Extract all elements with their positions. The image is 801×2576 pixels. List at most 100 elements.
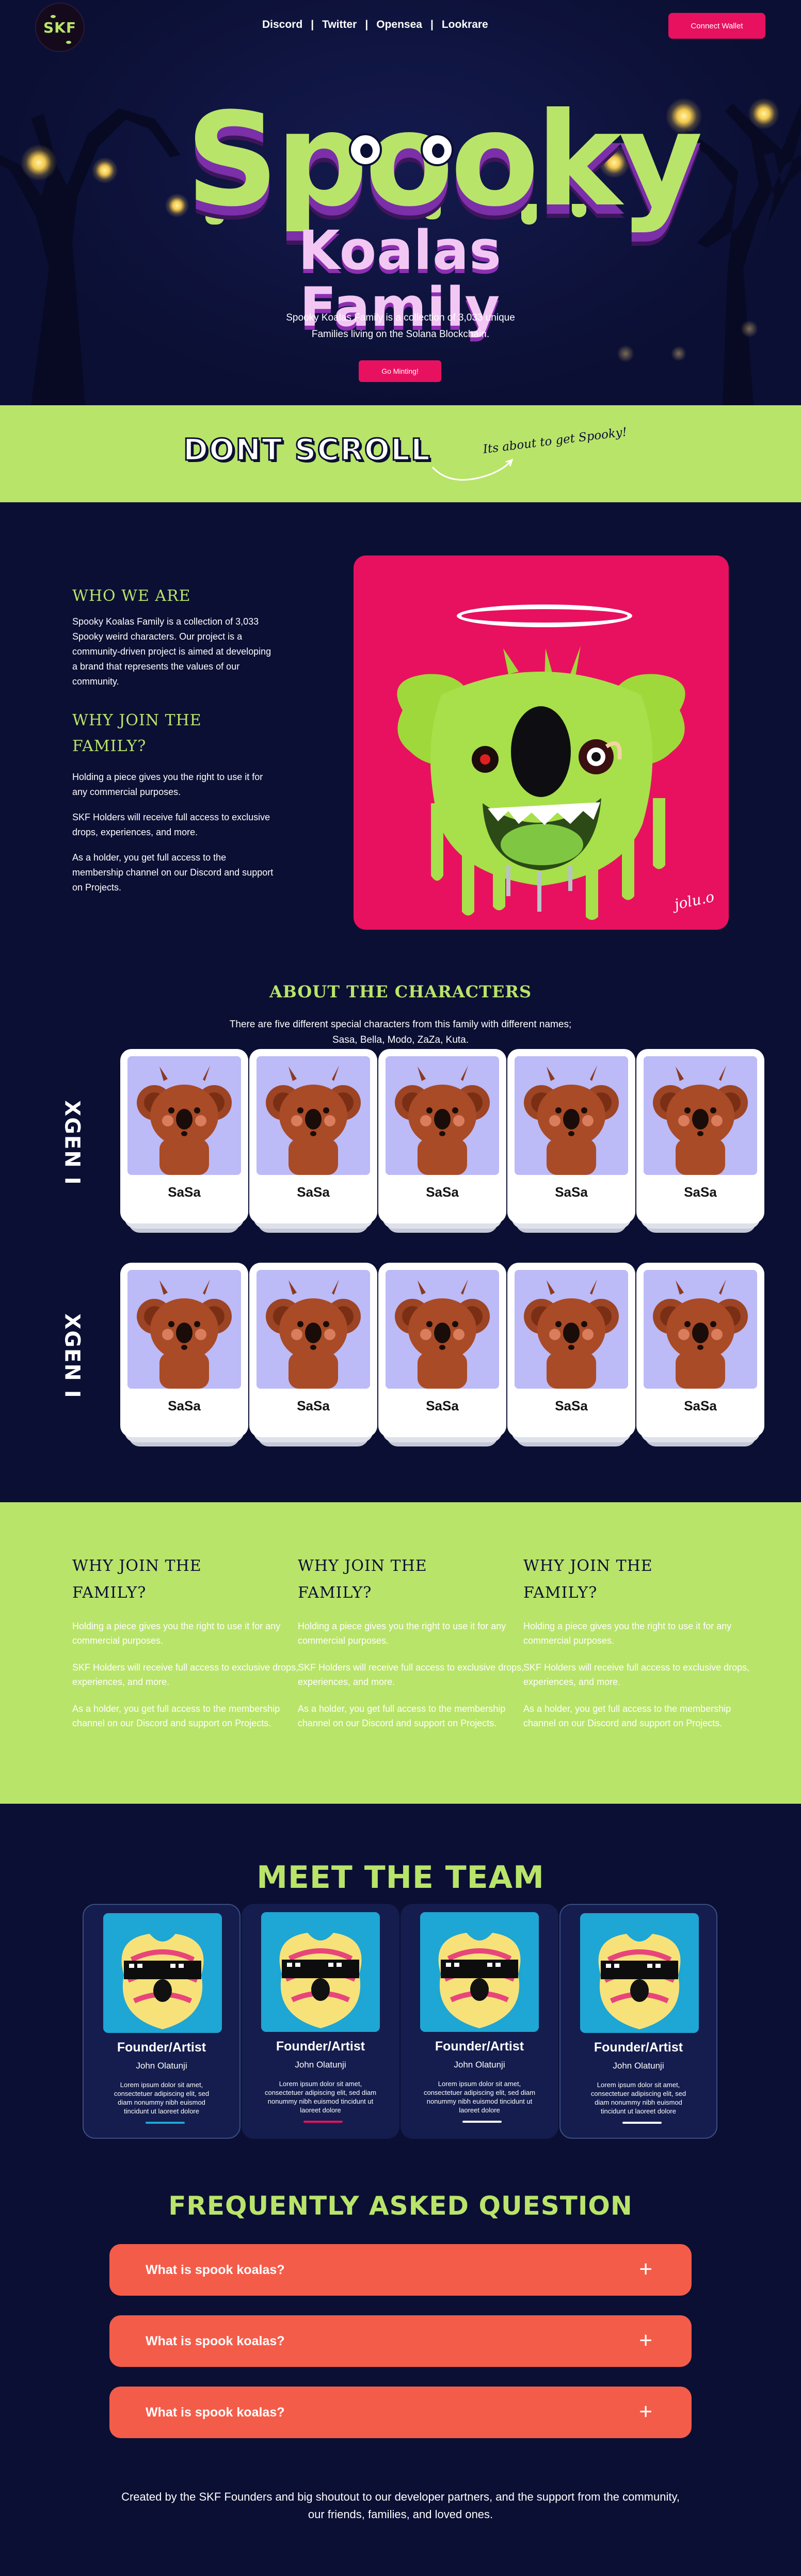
character-image bbox=[257, 1270, 370, 1389]
faq-heading: FREQUENTLY ASKED QUESTION bbox=[168, 2191, 633, 2221]
team-member-card[interactable]: Founder/Artist John Olatunji Lorem ipsum d… bbox=[242, 1904, 399, 2139]
character-name: SaSa bbox=[426, 1398, 459, 1413]
who-we-are-text: Spooky Koalas Family is a collection of … bbox=[72, 616, 271, 687]
team-member-name: John Olatunji bbox=[613, 2061, 664, 2071]
character-image bbox=[127, 1056, 241, 1175]
spooky-note: Its about to get Spooky! bbox=[482, 425, 628, 457]
team-avatar-illustration bbox=[261, 1912, 380, 2032]
why-join-point: SKF Holders will receive full access to … bbox=[298, 1662, 524, 1687]
why-join-section: WHY JOIN THE FAMILY? Holding a piece giv… bbox=[0, 1502, 801, 1804]
team-member-card[interactable]: Founder/Artist John Olatunji Lorem ipsum d… bbox=[401, 1904, 558, 2139]
character-card[interactable]: SaSa bbox=[378, 1049, 506, 1233]
nav-separator: | bbox=[311, 19, 314, 30]
koala-character-illustration bbox=[644, 1056, 757, 1175]
why-join-point: As a holder, you get full access to the … bbox=[298, 1704, 506, 1728]
team-avatar bbox=[261, 1912, 380, 2032]
team-member-bio: Lorem ipsum dolor sit amet, consectetuer… bbox=[423, 2080, 536, 2114]
faq-item[interactable]: What is spook koalas? + bbox=[109, 2244, 692, 2296]
koala-character-illustration bbox=[386, 1056, 499, 1175]
koala-character-illustration bbox=[257, 1056, 370, 1175]
koala-character-illustration bbox=[257, 1270, 370, 1389]
team-accent-bar bbox=[303, 2121, 343, 2123]
team-member-card[interactable]: Founder/Artist John Olatunji Lorem ipsum d… bbox=[83, 1904, 241, 2139]
connect-wallet-button[interactable]: Connect Wallet bbox=[668, 13, 765, 39]
team-member-name: John Olatunji bbox=[454, 2060, 505, 2070]
character-card[interactable]: SaSa bbox=[120, 1263, 248, 1446]
plus-icon[interactable]: + bbox=[639, 2399, 652, 2425]
character-card[interactable]: SaSa bbox=[507, 1263, 635, 1446]
why-join-column: WHY JOIN THE FAMILY? Holding a piece giv… bbox=[298, 1553, 525, 1730]
why-join-point: Holding a piece gives you the right to u… bbox=[523, 1621, 732, 1646]
character-card[interactable]: SaSa bbox=[120, 1049, 248, 1233]
skf-logo[interactable]: SKF bbox=[35, 3, 85, 52]
character-card[interactable]: SaSa bbox=[636, 1263, 764, 1446]
team-avatar-illustration bbox=[420, 1912, 539, 2032]
team-accent-bar bbox=[462, 2121, 502, 2123]
faq-item[interactable]: What is spook koalas? + bbox=[109, 2387, 692, 2438]
nav-separator: | bbox=[430, 19, 434, 30]
spooky-koala-artwork: jolu.o bbox=[354, 555, 729, 930]
faq-item[interactable]: What is spook koalas? + bbox=[109, 2315, 692, 2367]
team-avatar bbox=[580, 1913, 699, 2033]
character-card[interactable]: SaSa bbox=[249, 1263, 377, 1446]
team-heading: MEET THE TEAM bbox=[257, 1859, 544, 1896]
why-join-point: Holding a piece gives you the right to u… bbox=[298, 1621, 506, 1646]
nav-link-twitter[interactable]: Twitter bbox=[322, 19, 357, 31]
firefly-glow bbox=[748, 98, 779, 129]
nav-link-lookrare[interactable]: Lookrare bbox=[442, 19, 488, 31]
character-name: SaSa bbox=[555, 1398, 588, 1413]
why-join-point: As a holder, you get full access to the … bbox=[72, 852, 274, 893]
nav-link-discord[interactable]: Discord bbox=[262, 19, 302, 31]
why-join-column: WHY JOIN THE FAMILY? Holding a piece giv… bbox=[523, 1553, 750, 1730]
why-join-point: As a holder, you get full access to the … bbox=[523, 1704, 731, 1728]
team-member-card[interactable]: Founder/Artist John Olatunji Lorem ipsum d… bbox=[559, 1904, 717, 2139]
firefly-glow bbox=[21, 145, 57, 181]
character-image bbox=[127, 1270, 241, 1389]
why-join-point: SKF Holders will receive full access to … bbox=[72, 812, 270, 837]
hero-title: Spooky bbox=[186, 96, 703, 225]
character-name: SaSa bbox=[297, 1184, 330, 1200]
why-join-heading: WHY JOIN THE FAMILY? bbox=[72, 1557, 202, 1602]
character-name: SaSa bbox=[684, 1398, 717, 1413]
plus-icon[interactable]: + bbox=[639, 2256, 652, 2282]
character-card[interactable]: SaSa bbox=[378, 1263, 506, 1446]
why-join-point: SKF Holders will receive full access to … bbox=[523, 1662, 750, 1687]
firefly-glow bbox=[741, 320, 758, 338]
team-avatar bbox=[420, 1912, 539, 2032]
team-avatar-illustration bbox=[103, 1913, 222, 2033]
character-name: SaSa bbox=[555, 1184, 588, 1200]
koala-character-illustration bbox=[127, 1056, 241, 1175]
character-card[interactable]: SaSa bbox=[249, 1049, 377, 1233]
character-image bbox=[515, 1056, 628, 1175]
team-member-bio: Lorem ipsum dolor sit amet, consectetuer… bbox=[114, 2081, 210, 2115]
plus-icon[interactable]: + bbox=[639, 2328, 652, 2354]
about-text-column: WHO WE ARE Spooky Koalas Family is a col… bbox=[72, 583, 274, 895]
team-member-bio: Lorem ipsum dolor sit amet, consectetuer… bbox=[590, 2081, 686, 2115]
character-name: SaSa bbox=[426, 1184, 459, 1200]
character-image bbox=[386, 1270, 499, 1389]
team-member-name: John Olatunji bbox=[295, 2060, 346, 2070]
character-image bbox=[515, 1270, 628, 1389]
main-nav: Discord | Twitter | Opensea | Lookrare bbox=[262, 19, 488, 31]
koala-character-illustration bbox=[386, 1270, 499, 1389]
character-card[interactable]: SaSa bbox=[507, 1049, 635, 1233]
gen-label: XGEN I bbox=[60, 1313, 84, 1399]
character-image bbox=[257, 1056, 370, 1175]
team-avatar-illustration bbox=[580, 1913, 699, 2033]
character-card[interactable]: SaSa bbox=[636, 1049, 764, 1233]
team-member-bio: Lorem ipsum dolor sit amet, consectetuer… bbox=[264, 2080, 377, 2114]
who-we-are-heading: WHO WE ARE bbox=[72, 587, 191, 605]
go-minting-button[interactable]: Go Minting! bbox=[359, 360, 441, 382]
team-accent-bar bbox=[622, 2122, 662, 2124]
hero-description: Spooky Koalas Family is a collection of … bbox=[286, 312, 515, 340]
character-name: SaSa bbox=[684, 1184, 717, 1200]
character-row: SaSa SaSa SaSa SaSa SaSa bbox=[120, 1049, 764, 1233]
why-join-heading: WHY JOIN THE FAMILY? bbox=[298, 1557, 427, 1602]
left-tree-illustration bbox=[0, 108, 181, 405]
logo-eye bbox=[66, 41, 71, 44]
title-eye-right bbox=[421, 133, 454, 166]
nav-link-opensea[interactable]: Opensea bbox=[376, 19, 422, 31]
nav-separator: | bbox=[365, 19, 369, 30]
why-join-point: SKF Holders will receive full access to … bbox=[72, 1662, 299, 1687]
characters-subtitle: There are five different special charact… bbox=[229, 1019, 572, 1045]
